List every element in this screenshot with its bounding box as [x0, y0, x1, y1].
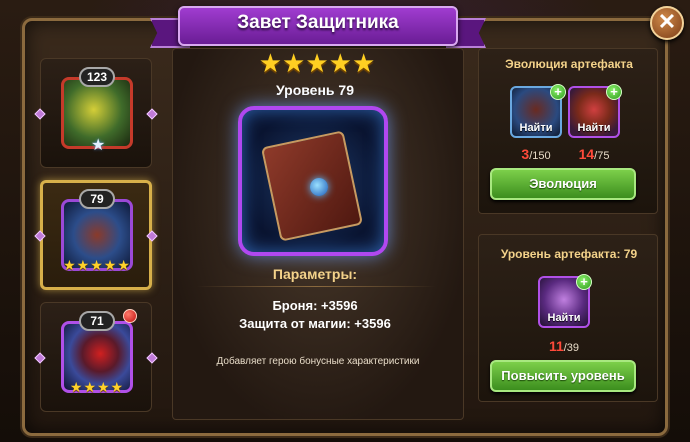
artifact-stars: ★★★★★	[63, 257, 131, 273]
material-count-2: 14/75	[578, 146, 610, 162]
stat-armor: Броня: +3596	[272, 298, 358, 313]
silver-star-icon: ★	[91, 137, 106, 154]
artifact-slot-2[interactable]: 79 ★★★★★	[40, 180, 152, 290]
find-button[interactable]: Найти	[512, 120, 560, 136]
material-count-1: 3/150	[521, 146, 551, 162]
find-button[interactable]: Найти	[570, 120, 618, 136]
artifact-level-badge: 79	[79, 189, 115, 209]
artifact-slot-3[interactable]: 71 ★★★★	[40, 302, 152, 412]
artifact-star-rating: ★★★★★	[258, 48, 376, 78]
params-divider	[196, 286, 436, 287]
level-up-material-count: 11/39	[548, 338, 580, 354]
artifact-level-badge: 123	[79, 67, 115, 87]
notification-dot-icon	[123, 309, 137, 323]
level-up-title: Уровень артефакта: 79	[500, 247, 638, 261]
evolution-button[interactable]: Эволюция	[490, 168, 636, 200]
plus-icon[interactable]: +	[550, 84, 566, 100]
close-button[interactable]: ✕	[650, 6, 684, 40]
stat-magic-defense: Защита от магии: +3596	[239, 316, 391, 331]
level-up-button[interactable]: Повысить уровень	[490, 360, 636, 392]
plus-icon[interactable]: +	[606, 84, 622, 100]
book-gem-icon	[310, 178, 328, 196]
artifact-description: Добавляет герою бонусные характеристики	[216, 356, 420, 367]
artifact-list: 123 ★ 79 ★★★★★ 71 ★★★★	[40, 58, 152, 420]
window-title: Завет Защитника	[237, 12, 399, 33]
artifact-slot-1[interactable]: 123 ★	[40, 58, 152, 168]
artifact-level: Уровень 79	[275, 82, 354, 98]
find-button[interactable]: Найти	[540, 310, 588, 326]
evolution-title: Эволюция артефакта	[505, 57, 633, 71]
artifact-stars: ★★★★	[69, 379, 125, 395]
params-heading: Параметры:	[272, 266, 358, 282]
plus-icon[interactable]: +	[576, 274, 592, 290]
artifact-level-badge: 71	[79, 311, 115, 331]
